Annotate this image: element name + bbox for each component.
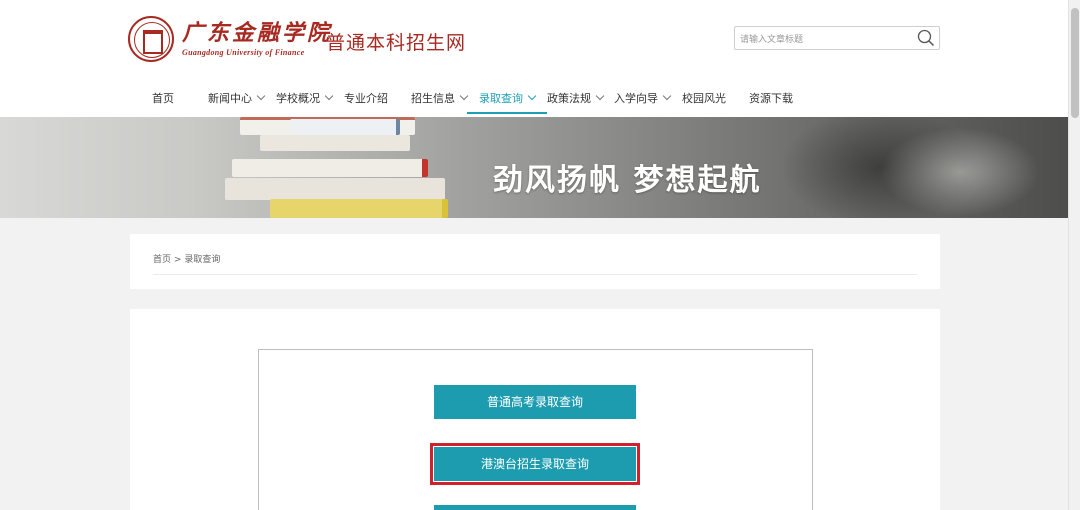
nav-item-about[interactable]: 学校概况 (276, 88, 334, 114)
third-query-button[interactable] (434, 505, 636, 510)
nav-item-majors[interactable]: 专业介绍 (344, 88, 388, 114)
nav-item-enrollment-guide[interactable]: 入学向导 (614, 88, 672, 114)
book-illustration (225, 178, 445, 200)
book-illustration (260, 135, 410, 151)
search-input[interactable] (735, 29, 911, 51)
banner-slogan: 劲风扬帆 梦想起航 (493, 163, 762, 198)
logo-text: 广东金融学院 Guangdong University of Finance (182, 21, 332, 57)
gaokao-admission-query-button[interactable]: 普通高考录取查询 (434, 385, 636, 419)
hk-macao-taiwan-admission-query-button[interactable]: 港澳台招生录取查询 (430, 443, 640, 485)
query-frame: 普通高考录取查询 港澳台招生录取查询 (258, 349, 813, 510)
chevron-down-icon (595, 91, 605, 101)
scrollbar-thumb[interactable] (1071, 8, 1079, 118)
nav-item-campus[interactable]: 校园风光 (682, 88, 726, 114)
nav-item-admission-info[interactable]: 招生信息 (411, 88, 469, 114)
banner-background-blur (880, 127, 1040, 217)
hero-banner: 劲风扬帆 梦想起航 (0, 117, 1068, 218)
main-nav: 首页 新闻中心 学校概况 专业介绍 招生信息 录取查询 政策法规 入学向导 校园… (0, 88, 1068, 114)
nav-item-policies[interactable]: 政策法规 (547, 88, 605, 114)
breadcrumb-separator: > (173, 255, 182, 265)
page-scrollbar[interactable] (1068, 0, 1080, 510)
nav-item-downloads[interactable]: 资源下载 (749, 88, 793, 114)
book-illustration (270, 199, 448, 218)
book-illustration (232, 159, 428, 177)
nav-item-home[interactable]: 首页 (152, 88, 174, 114)
nav-item-admission-query[interactable]: 录取查询 (467, 88, 547, 114)
chevron-down-icon (527, 91, 537, 101)
breadcrumb-panel: 首页 > 录取查询 (130, 234, 940, 289)
nav-item-news[interactable]: 新闻中心 (208, 88, 266, 114)
divider (153, 274, 917, 275)
site-header: 广东金融学院 Guangdong University of Finance 普… (0, 0, 1068, 117)
breadcrumb-current[interactable]: 录取查询 (184, 255, 220, 265)
search-icon[interactable] (917, 29, 935, 47)
query-panel: 普通高考录取查询 港澳台招生录取查询 (130, 309, 940, 510)
chevron-down-icon (662, 91, 672, 101)
chevron-down-icon (256, 91, 266, 101)
university-seal-icon (128, 16, 174, 62)
breadcrumb: 首页 > 录取查询 (153, 252, 220, 265)
logo-english-name: Guangdong University of Finance (182, 48, 305, 57)
site-title: 普通本科招生网 (326, 32, 467, 54)
book-illustration (290, 119, 400, 135)
chevron-down-icon (324, 91, 334, 101)
search-box (734, 26, 940, 51)
breadcrumb-home-link[interactable]: 首页 (153, 255, 171, 265)
university-logo[interactable]: 广东金融学院 Guangdong University of Finance (128, 16, 332, 62)
logo-chinese-name: 广东金融学院 (182, 20, 333, 46)
